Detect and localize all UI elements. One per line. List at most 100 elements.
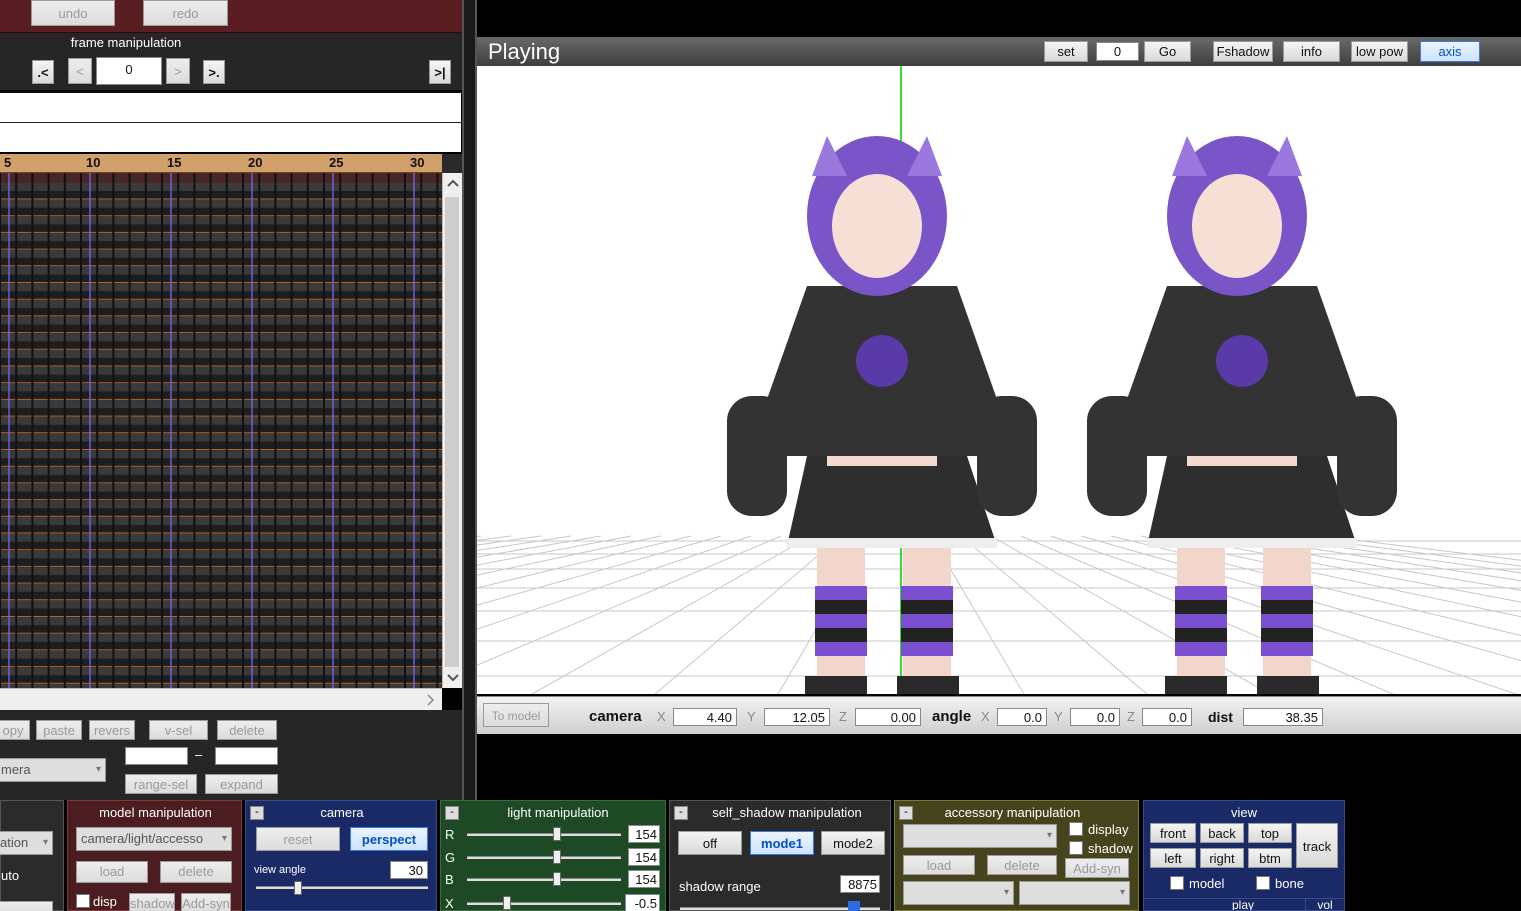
- red-value[interactable]: 154: [628, 825, 660, 843]
- delete-button[interactable]: delete: [217, 720, 277, 740]
- show-bone-checkbox[interactable]: [1256, 876, 1270, 890]
- accessory-display-label: display: [1088, 822, 1129, 837]
- next-frame-button[interactable]: >: [166, 58, 190, 84]
- blue-slider-thumb[interactable]: [553, 872, 561, 886]
- angle-y-field[interactable]: 0.0: [1070, 708, 1120, 726]
- camera-reset-button[interactable]: reset: [256, 827, 340, 851]
- chevron-up-icon[interactable]: [447, 177, 459, 191]
- target-select[interactable]: mera ▾: [0, 758, 106, 782]
- shadow-mode1-button[interactable]: mode1: [750, 831, 814, 855]
- info-button[interactable]: info: [1283, 41, 1340, 62]
- view-angle-input[interactable]: 30: [390, 861, 428, 879]
- set-button[interactable]: set: [1044, 41, 1088, 62]
- timeline-vertical-scrollbar[interactable]: [442, 173, 462, 688]
- axis-button[interactable]: axis: [1420, 41, 1480, 62]
- view-left-button[interactable]: left: [1150, 848, 1196, 868]
- view-top-button[interactable]: top: [1248, 823, 1292, 843]
- go-button[interactable]: Go: [1144, 41, 1191, 62]
- view-back-button[interactable]: back: [1200, 823, 1244, 843]
- next-keyframe-button[interactable]: >.: [203, 60, 225, 84]
- chevron-down-icon[interactable]: [447, 671, 459, 686]
- camera-y-field[interactable]: 12.05: [764, 708, 830, 726]
- view-bottom-button[interactable]: btm: [1248, 848, 1292, 868]
- to-model-button[interactable]: To model: [483, 703, 549, 727]
- x-direction-slider[interactable]: [467, 902, 621, 905]
- timeline-ruler[interactable]: 5 10 15 20 25 30: [0, 154, 442, 173]
- prev-frame-button[interactable]: <: [68, 58, 92, 84]
- accessory-select[interactable]: ▾: [903, 824, 1057, 848]
- shadow-range-value[interactable]: 8875: [840, 875, 880, 893]
- last-frame-button[interactable]: >|: [429, 60, 451, 84]
- scroll-thumb[interactable]: [445, 197, 459, 667]
- frame-number-input[interactable]: 0: [96, 57, 162, 85]
- vertical-select-button[interactable]: v-sel: [149, 720, 208, 740]
- accessory-display-checkbox[interactable]: [1069, 822, 1083, 836]
- fshadow-button[interactable]: Fshadow: [1213, 41, 1273, 62]
- view-front-button[interactable]: front: [1150, 823, 1196, 843]
- camera-z-field[interactable]: 0.00: [855, 708, 921, 726]
- accessory-delete-button[interactable]: delete: [987, 855, 1057, 875]
- model-delete-button[interactable]: delete: [160, 861, 232, 883]
- view-title: view: [1230, 805, 1257, 820]
- shadow-mode2-button[interactable]: mode2: [821, 831, 885, 855]
- show-bone-label: bone: [1275, 876, 1304, 891]
- angle-z-field[interactable]: 0.0: [1142, 708, 1192, 726]
- chevron-right-icon[interactable]: [426, 694, 436, 709]
- x-direction-slider-thumb[interactable]: [503, 896, 511, 910]
- show-model-checkbox[interactable]: [1170, 876, 1184, 890]
- red-slider-thumb[interactable]: [553, 827, 561, 841]
- perspective-button[interactable]: perspect: [350, 827, 428, 851]
- green-slider[interactable]: [467, 856, 621, 859]
- expand-button[interactable]: expand: [205, 774, 278, 794]
- display-label: disp: [93, 894, 117, 909]
- 3d-viewport[interactable]: [477, 66, 1521, 694]
- interpolation-select[interactable]: ation ▾: [0, 831, 53, 855]
- range-end-input[interactable]: [215, 747, 278, 765]
- blue-slider[interactable]: [467, 878, 621, 881]
- shadow-off-button[interactable]: off: [678, 831, 742, 855]
- low-power-button[interactable]: low pow: [1351, 41, 1408, 62]
- frame-jump-input[interactable]: 0: [1096, 42, 1139, 61]
- accessory-bone-select[interactable]: ▾: [903, 881, 1014, 905]
- accessory-shadow-checkbox[interactable]: [1069, 841, 1083, 855]
- reverse-paste-button[interactable]: revers: [89, 720, 135, 740]
- undo-button[interactable]: undo: [31, 0, 115, 26]
- camera-x-field[interactable]: 4.40: [673, 708, 737, 726]
- accessory-load-button[interactable]: load: [903, 855, 975, 875]
- model-select[interactable]: camera/light/accesso ▾: [76, 827, 232, 851]
- range-start-input[interactable]: [125, 747, 188, 765]
- green-value[interactable]: 154: [628, 848, 660, 866]
- display-checkbox[interactable]: [76, 894, 90, 908]
- panel-button[interactable]: [0, 901, 53, 911]
- model-shadow-button[interactable]: shadow: [129, 893, 175, 911]
- camera-label: camera: [589, 708, 642, 725]
- light-manipulation-panel: - light manipulation R 154 G 154 B 154 X…: [440, 800, 666, 911]
- range-select-button[interactable]: range-sel: [125, 774, 197, 794]
- panel-splitter[interactable]: [462, 0, 477, 800]
- view-angle-slider[interactable]: [256, 886, 428, 889]
- model-manipulation-panel: model manipulation camera/light/accesso …: [67, 800, 242, 911]
- angle-x-field[interactable]: 0.0: [997, 708, 1047, 726]
- accessory-target-select[interactable]: ▾: [1019, 881, 1130, 905]
- prev-keyframe-button[interactable]: .<: [32, 60, 54, 84]
- redo-button[interactable]: redo: [143, 0, 228, 26]
- scene-render[interactable]: [477, 66, 1521, 694]
- green-slider-thumb[interactable]: [553, 850, 561, 864]
- distance-field[interactable]: 38.35: [1243, 708, 1323, 726]
- accessory-add-syn-button[interactable]: Add-syn: [1065, 858, 1129, 878]
- play-panel-title: play: [1231, 898, 1254, 911]
- timeline-grid[interactable]: [0, 173, 442, 688]
- model-load-button[interactable]: load: [76, 861, 148, 883]
- shadow-range-slider-thumb[interactable]: [848, 901, 860, 911]
- track-button[interactable]: track: [1296, 823, 1338, 868]
- x-direction-value[interactable]: -0.5: [625, 894, 660, 911]
- camera-title: camera: [320, 805, 364, 820]
- paste-button[interactable]: paste: [36, 720, 82, 740]
- view-right-button[interactable]: right: [1200, 848, 1244, 868]
- blue-value[interactable]: 154: [628, 870, 660, 888]
- view-angle-slider-thumb[interactable]: [294, 881, 302, 895]
- copy-button[interactable]: opy: [0, 720, 30, 740]
- model-add-syn-button[interactable]: Add-syn: [181, 893, 231, 911]
- timeline-horizontal-scrollbar[interactable]: [0, 688, 442, 710]
- red-slider[interactable]: [467, 833, 621, 836]
